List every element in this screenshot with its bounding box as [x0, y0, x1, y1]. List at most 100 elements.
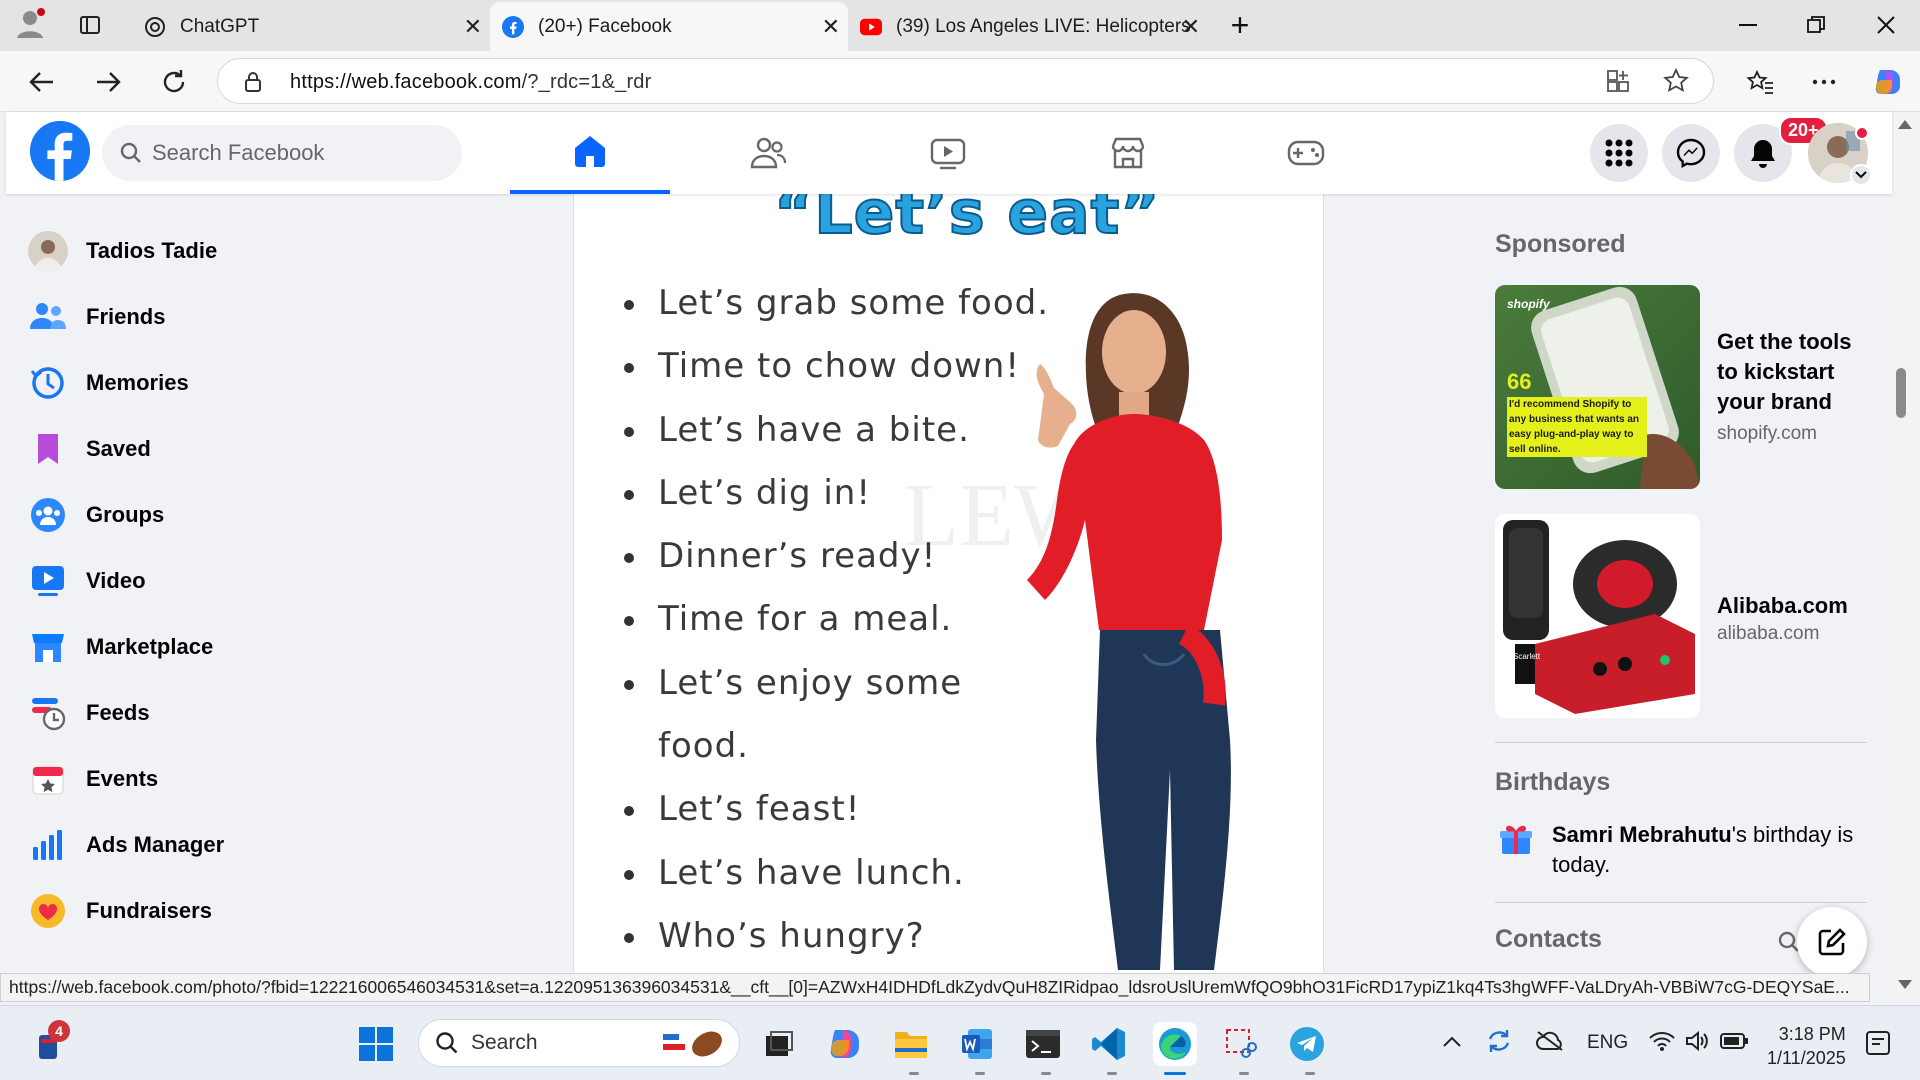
- favorite-star-icon[interactable]: [1663, 67, 1689, 99]
- more-options-icon[interactable]: [1804, 64, 1844, 100]
- tab-chatgpt[interactable]: ChatGPT ✕: [130, 2, 490, 51]
- marketplace-icon: [28, 627, 68, 667]
- nav-gaming[interactable]: [1226, 112, 1386, 194]
- new-tab-button[interactable]: +: [1220, 7, 1260, 43]
- new-message-button[interactable]: [1797, 907, 1867, 977]
- minimize-icon[interactable]: [1728, 8, 1768, 42]
- sidebar-item-ads-manager[interactable]: Ads Manager: [28, 817, 224, 873]
- close-tab-icon[interactable]: ✕: [822, 14, 840, 40]
- phrase-item: Let’s have a bite.: [624, 399, 1049, 462]
- ad-title[interactable]: Alibaba.com: [1717, 591, 1848, 621]
- wifi-icon[interactable]: [1649, 1030, 1675, 1057]
- phrase-item: Let’s grab some food.: [624, 272, 1049, 335]
- youtube-icon: [860, 16, 882, 38]
- sidebar-item-events[interactable]: Events: [28, 751, 158, 807]
- edge-icon[interactable]: [1153, 1022, 1197, 1066]
- sidebar-item-label: Video: [86, 568, 146, 593]
- nav-marketplace[interactable]: [1048, 112, 1208, 194]
- notification-center-icon[interactable]: [1865, 1030, 1891, 1061]
- tab-actions-icon[interactable]: [70, 8, 110, 42]
- input-language[interactable]: ENG: [1587, 1032, 1628, 1054]
- tab-title: (20+) Facebook: [538, 15, 672, 37]
- forward-button[interactable]: [88, 64, 128, 100]
- sync-icon[interactable]: [1485, 1028, 1513, 1059]
- scroll-up-icon[interactable]: [1898, 120, 1912, 129]
- sidebar-item-video[interactable]: Video: [28, 553, 146, 609]
- snipping-tool-icon[interactable]: [1219, 1022, 1263, 1066]
- refresh-button[interactable]: [154, 64, 194, 100]
- tab-facebook[interactable]: (20+) Facebook ✕: [490, 2, 848, 51]
- menu-button[interactable]: [1590, 124, 1648, 182]
- url-text[interactable]: https://web.facebook.com/?_rdc=1&_rdr: [290, 71, 652, 94]
- post-title: “Let’s eat”: [773, 194, 1161, 249]
- favorites-icon[interactable]: [1740, 64, 1780, 100]
- marketplace-nav-icon: [1111, 137, 1145, 169]
- divider: [1495, 742, 1867, 743]
- battery-icon[interactable]: [1720, 1033, 1748, 1054]
- home-icon: [575, 136, 605, 167]
- scrollbar-thumb[interactable]: [1896, 368, 1906, 418]
- close-tab-icon[interactable]: ✕: [464, 14, 482, 40]
- sponsored-ad-shopify[interactable]: shopify 66 I'd recommend Shopify to any …: [1495, 285, 1867, 489]
- close-tab-icon[interactable]: ✕: [1182, 14, 1200, 40]
- tab-title: ChatGPT: [180, 15, 260, 37]
- sidebar-item-fundraisers[interactable]: Fundraisers: [28, 883, 212, 939]
- nav-video[interactable]: [868, 112, 1028, 194]
- fundraisers-icon: [28, 891, 68, 931]
- friends-nav-icon: [750, 137, 787, 169]
- page-scrollbar[interactable]: [1890, 112, 1920, 1002]
- sidebar-item-saved[interactable]: Saved: [28, 421, 151, 477]
- file-explorer-icon[interactable]: [889, 1022, 933, 1066]
- shopify-logo-text: shopify: [1507, 297, 1550, 311]
- taskbar-clock[interactable]: 3:18 PM 1/11/2025: [1767, 1022, 1846, 1070]
- show-hidden-icons-icon[interactable]: [1443, 1034, 1461, 1052]
- nav-friends[interactable]: [688, 112, 848, 194]
- browser-tab-strip: ChatGPT ✕ (20+) Facebook ✕ (39) Los Ange…: [0, 0, 1920, 51]
- sidebar-item-label: Groups: [86, 502, 165, 527]
- copilot-icon[interactable]: [1868, 64, 1908, 100]
- birthday-person-name[interactable]: Samri Mebrahutu: [1552, 822, 1732, 847]
- messenger-button[interactable]: [1662, 124, 1720, 182]
- scroll-down-icon[interactable]: [1898, 980, 1912, 989]
- sidebar-item-friends[interactable]: Friends: [28, 289, 165, 345]
- telegram-icon[interactable]: [1285, 1022, 1329, 1066]
- sidebar-item-marketplace[interactable]: Marketplace: [28, 619, 213, 675]
- back-button[interactable]: [22, 64, 62, 100]
- restore-icon[interactable]: [1796, 8, 1836, 42]
- onedrive-offline-icon[interactable]: [1535, 1030, 1565, 1057]
- ad-title[interactable]: Get the tools to kickstart your brand: [1717, 327, 1867, 417]
- avatar: [28, 231, 68, 271]
- alibaba-ad-image[interactable]: Scarlett: [1495, 514, 1700, 718]
- tab-youtube[interactable]: (39) Los Angeles LIVE: Helicopters ✕: [848, 2, 1208, 51]
- close-window-icon[interactable]: [1866, 8, 1906, 42]
- facebook-logo[interactable]: [30, 121, 90, 181]
- sidebar-item-label: Saved: [86, 436, 151, 461]
- task-view-icon[interactable]: [757, 1022, 801, 1066]
- windows-start-icon[interactable]: [354, 1022, 398, 1066]
- sidebar-item-label: Ads Manager: [86, 832, 225, 857]
- sidebar-item-feeds[interactable]: Feeds: [28, 685, 150, 741]
- copilot-taskbar-icon[interactable]: [823, 1022, 867, 1066]
- app-available-icon[interactable]: [1606, 69, 1630, 98]
- sidebar-item-memories[interactable]: Memories: [28, 355, 189, 411]
- taskbar-search[interactable]: Search: [418, 1019, 740, 1067]
- sidebar-item-profile[interactable]: Tadios Tadie: [28, 223, 217, 279]
- facebook-search-input[interactable]: Search Facebook: [102, 125, 462, 181]
- address-bar[interactable]: https://web.facebook.com/?_rdc=1&_rdr: [217, 58, 1714, 104]
- account-chevron-down-icon[interactable]: [1850, 164, 1872, 186]
- terminal-icon[interactable]: [1021, 1022, 1065, 1066]
- sidebar-item-label: Friends: [86, 304, 166, 329]
- profile-icon[interactable]: [10, 6, 50, 40]
- sidebar-item-groups[interactable]: Groups: [28, 487, 164, 543]
- word-icon[interactable]: [955, 1022, 999, 1066]
- volume-icon[interactable]: [1685, 1030, 1709, 1057]
- lock-icon[interactable]: [244, 71, 262, 98]
- nav-home[interactable]: [510, 112, 670, 194]
- vscode-icon[interactable]: [1087, 1022, 1131, 1066]
- post-image[interactable]: “Let’s eat” LEW Let’s grab some food. Ti…: [573, 194, 1324, 974]
- running-indicator: [1239, 1072, 1249, 1075]
- url-path: /?_rdc=1&_rdr: [521, 71, 652, 93]
- facebook-header: Search Facebook 20+: [6, 112, 1892, 194]
- sponsored-ad-alibaba[interactable]: Scarlett Alibaba.com alibaba.com: [1495, 514, 1867, 718]
- shopify-ad-image[interactable]: shopify 66 I'd recommend Shopify to any …: [1495, 285, 1700, 489]
